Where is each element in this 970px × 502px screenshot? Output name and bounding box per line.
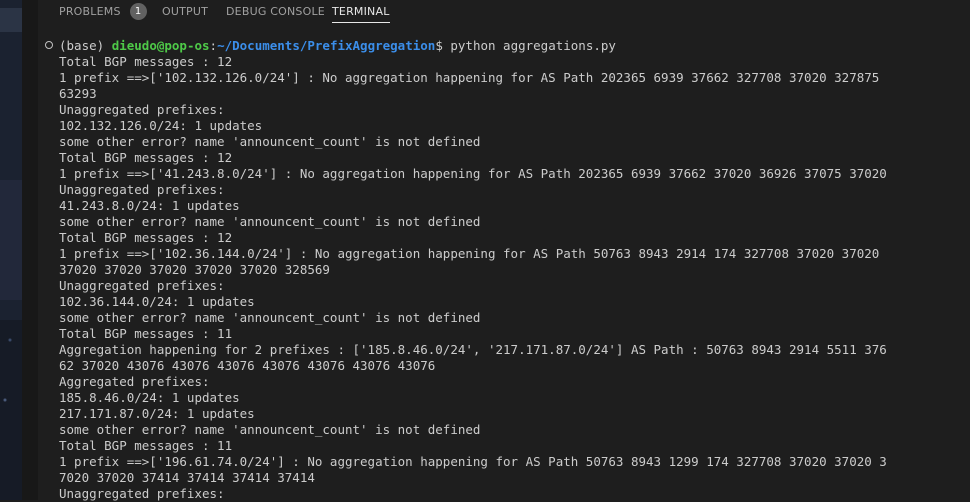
terminal-output-line: some other error? name 'announcent_count…: [59, 214, 481, 229]
prompt-user-host: dieudo@pop-os: [111, 38, 210, 53]
desktop-band: [0, 8, 22, 32]
terminal-output-line: some other error? name 'announcent_count…: [59, 422, 481, 437]
terminal-output-line: some other error? name 'announcent_count…: [59, 134, 481, 149]
terminal-output-line: Total BGP messages : 12: [59, 54, 233, 69]
prompt-colon: :: [209, 38, 218, 53]
tab-debug-console-label: DEBUG CONSOLE: [226, 4, 325, 18]
tab-output-label: OUTPUT: [162, 4, 209, 18]
terminal-output-line: 102.36.144.0/24: 1 updates: [59, 294, 255, 309]
terminal-output-line: some other error? name 'announcent_count…: [59, 310, 481, 325]
desktop-background-strip: [0, 0, 22, 500]
tab-problems[interactable]: PROBLEMS 1: [59, 2, 147, 20]
prompt-symbol: $: [435, 38, 451, 53]
tab-terminal-label: TERMINAL: [332, 4, 390, 18]
prompt-env: (base): [59, 38, 112, 53]
terminal-output-line: Total BGP messages : 12: [59, 150, 233, 165]
tab-terminal[interactable]: TERMINAL: [332, 3, 390, 23]
terminal-output-line: 102.132.126.0/24: 1 updates: [59, 118, 263, 133]
terminal-output-line: Unaggregated prefixes:: [59, 278, 225, 293]
terminal-output-line: 1 prefix ==>['41.243.8.0/24'] : No aggre…: [59, 166, 887, 181]
terminal-output-line: Unaggregated prefixes:: [59, 102, 225, 117]
terminal-output-line: Total BGP messages : 11: [59, 438, 233, 453]
desktop-band: [0, 320, 22, 500]
terminal-output-line: 1 prefix ==>['102.36.144.0/24'] : No agg…: [59, 246, 880, 261]
tab-debug-console[interactable]: DEBUG CONSOLE: [226, 3, 325, 19]
prompt-cwd: ~/Documents/PrefixAggregation: [217, 38, 436, 53]
terminal-output-line: Total BGP messages : 11: [59, 326, 233, 341]
bottom-panel: PROBLEMS 1 OUTPUT DEBUG CONSOLE TERMINAL…: [38, 0, 970, 501]
terminal-output-line: 217.171.87.0/24: 1 updates: [59, 406, 255, 421]
tab-problems-label: PROBLEMS: [59, 4, 121, 18]
terminal-output-line: Aggregation happening for 2 prefixes : […: [59, 342, 887, 357]
terminal-output-line: 41.243.8.0/24: 1 updates: [59, 198, 240, 213]
editor-gutter: [22, 0, 39, 500]
terminal-output-line: 37020 37020 37020 37020 37020 328569: [59, 262, 330, 277]
tab-output[interactable]: OUTPUT: [162, 3, 208, 19]
terminal-output-line: Aggregated prefixes:: [59, 374, 210, 389]
prompt-line: (base) dieudo@pop-os:~/Documents/PrefixA…: [45, 38, 616, 54]
terminal-output-line: 63293: [59, 86, 97, 101]
command-status-icon[interactable]: [45, 41, 53, 49]
terminal-output-line: Total BGP messages : 12: [59, 230, 233, 245]
desktop-band: [0, 180, 22, 300]
terminal-output-line: 62 37020 43076 43076 43076 43076 43076 4…: [59, 358, 436, 373]
terminal-output[interactable]: (base) dieudo@pop-os:~/Documents/PrefixA…: [38, 38, 970, 501]
prompt-command: python aggregations.py: [450, 38, 616, 53]
terminal-output-line: Unaggregated prefixes:: [59, 182, 225, 197]
panel-tab-bar: PROBLEMS 1 OUTPUT DEBUG CONSOLE TERMINAL: [38, 0, 970, 23]
terminal-output-line: 1 prefix ==>['196.61.74.0/24'] : No aggr…: [59, 454, 887, 469]
problems-count-badge: 1: [129, 2, 147, 20]
terminal-output-line: 7020 37020 37414 37414 37414 37414: [59, 470, 315, 485]
terminal-output-line: 185.8.46.0/24: 1 updates: [59, 390, 240, 405]
terminal-output-line: 1 prefix ==>['102.132.126.0/24'] : No ag…: [59, 70, 880, 85]
